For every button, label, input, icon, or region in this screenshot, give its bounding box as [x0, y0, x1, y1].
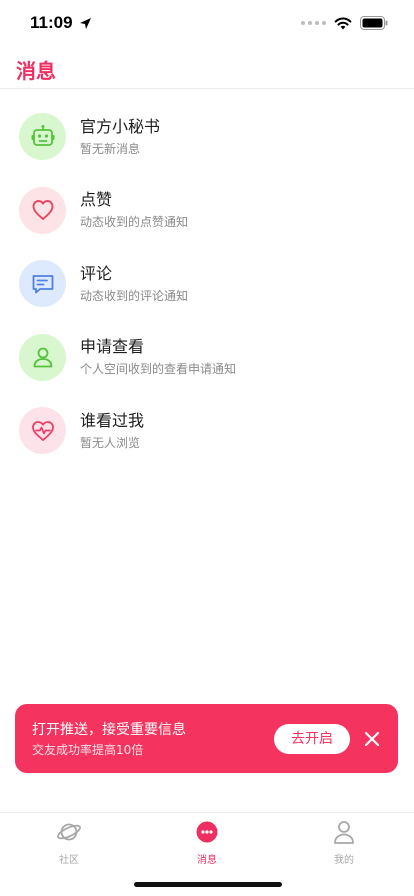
person-icon [334, 821, 354, 844]
comment-icon [32, 274, 53, 294]
status-time: 11:09 [30, 13, 73, 32]
list-item-likes[interactable]: 点赞 动态收到的点赞通知 [0, 174, 414, 248]
tab-community[interactable]: 社区 [29, 819, 109, 869]
status-time-group: 11:09 [30, 13, 92, 33]
tab-label: 我的 [334, 855, 354, 866]
avatar [19, 186, 66, 234]
item-subtitle: 暂无人浏览 [80, 435, 141, 450]
robot-icon [31, 124, 54, 146]
list-item-who-viewed-me[interactable]: 谁看过我 暂无人浏览 [0, 394, 414, 468]
list-item-official-assistant[interactable]: 官方小秘书 暂无新消息 [0, 100, 414, 174]
item-subtitle: 个人空间收到的查看申请通知 [80, 362, 237, 377]
page-title: 消息 [16, 59, 56, 83]
item-title: 点赞 [80, 190, 113, 210]
item-subtitle: 动态收到的点赞通知 [80, 215, 189, 230]
banner-subtitle: 交友成功率提高10倍 [32, 743, 144, 757]
item-subtitle: 暂无新消息 [80, 141, 141, 156]
close-icon[interactable] [361, 728, 383, 750]
message-list: 官方小秘书 暂无新消息 点赞 动态收到的点赞通知 评论 动态收到的评论通知 申请… [0, 100, 414, 468]
list-item-view-requests[interactable]: 申请查看 个人空间收到的查看申请通知 [0, 321, 414, 395]
avatar [19, 407, 66, 455]
tab-label: 社区 [59, 855, 79, 866]
wifi-icon [334, 17, 352, 29]
header: 消息 [0, 46, 414, 89]
tab-profile[interactable]: 我的 [304, 819, 384, 869]
push-notification-banner: 打开推送，接受重要信息 交友成功率提高10倍 去开启 [15, 704, 398, 773]
item-subtitle: 动态收到的评论通知 [80, 288, 189, 303]
heart-icon [32, 200, 53, 221]
status-bar: 11:09 [0, 0, 414, 46]
home-indicator [134, 882, 282, 887]
avatar [19, 333, 66, 381]
status-indicators [301, 16, 388, 30]
list-item-comments[interactable]: 评论 动态收到的评论通知 [0, 247, 414, 321]
avatar [19, 260, 66, 308]
planet-icon [57, 823, 81, 841]
item-title: 评论 [80, 263, 113, 283]
banner-title: 打开推送，接受重要信息 [32, 722, 186, 738]
item-title: 官方小秘书 [80, 116, 161, 136]
battery-icon [360, 16, 388, 30]
location-arrow-icon [79, 17, 91, 29]
item-title: 申请查看 [80, 337, 145, 357]
item-title: 谁看过我 [80, 410, 145, 430]
tab-label: 消息 [197, 855, 217, 866]
chat-bubble-icon [196, 821, 218, 843]
tab-messages[interactable]: 消息 [167, 819, 247, 869]
heart-pulse-icon [31, 420, 54, 441]
signal-dots-icon [301, 21, 326, 25]
avatar [19, 113, 66, 161]
enable-push-button[interactable]: 去开启 [274, 724, 350, 754]
user-icon [33, 347, 52, 368]
